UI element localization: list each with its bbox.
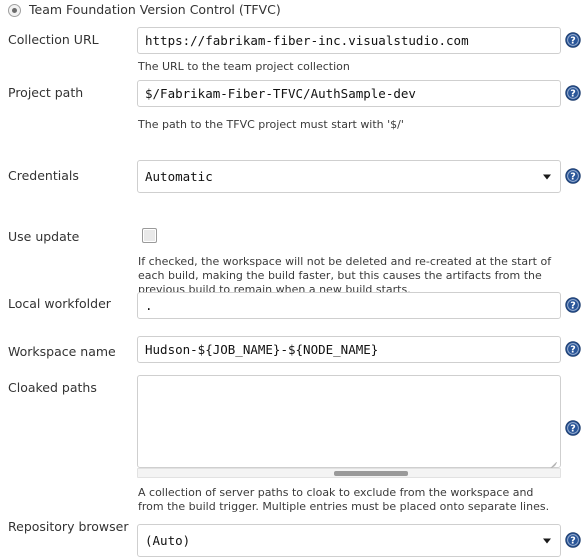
help-icon-repository-browser[interactable]: ? [565,532,581,548]
collection-url-input[interactable] [137,27,561,54]
help-text-cloaked-paths: A collection of server paths to cloak to… [138,486,550,513]
workspace-name-input[interactable] [137,336,561,363]
label-credentials: Credentials [8,168,79,183]
chevron-down-icon [543,538,551,543]
svg-text:?: ? [570,301,576,312]
svg-text:?: ? [570,172,576,183]
svg-text:?: ? [570,36,576,47]
chevron-down-icon [543,174,551,179]
radio-button-indicator[interactable] [8,3,21,17]
cloaked-paths-textarea[interactable] [137,375,561,468]
help-text-use-update: If checked, the workspace will not be de… [138,255,552,296]
help-icon-project-path[interactable]: ? [565,85,581,101]
tfvc-scm-config-form: Team Foundation Version Control (TFVC) C… [0,0,586,557]
svg-text:?: ? [570,89,576,100]
label-project-path: Project path [8,85,84,100]
project-path-input[interactable] [137,80,561,107]
label-workspace-name: Workspace name [8,344,116,359]
local-workfolder-input[interactable] [137,292,561,319]
cloaked-paths-horizontal-scrollbar[interactable] [137,468,561,478]
scrollbar-thumb[interactable] [334,471,408,476]
svg-text:?: ? [570,536,576,547]
help-text-project-path: The path to the TFVC project must start … [138,118,404,131]
help-icon-collection-url[interactable]: ? [565,32,581,48]
label-use-update: Use update [8,229,80,244]
credentials-select-value: Automatic [145,169,213,184]
scm-radio-tfvc[interactable]: Team Foundation Version Control (TFVC) [8,3,281,17]
help-icon-cloaked-paths[interactable]: ? [565,420,581,436]
use-update-checkbox[interactable] [142,228,157,243]
label-cloaked-paths: Cloaked paths [8,380,97,395]
label-local-workfolder: Local workfolder [8,296,111,311]
help-icon-workspace-name[interactable]: ? [565,341,581,357]
help-text-collection-url: The URL to the team project collection [138,60,350,73]
label-collection-url: Collection URL [8,32,99,47]
repository-browser-select[interactable]: (Auto) [137,524,561,557]
svg-text:?: ? [570,345,576,356]
credentials-select[interactable]: Automatic [137,160,561,193]
repository-browser-select-value: (Auto) [145,533,191,548]
label-repository-browser: Repository browser [8,519,129,534]
help-icon-credentials[interactable]: ? [565,168,581,184]
help-icon-local-workfolder[interactable]: ? [565,297,581,313]
radio-selected-dot [12,7,17,13]
svg-text:?: ? [570,424,576,435]
scm-radio-label: Team Foundation Version Control (TFVC) [29,2,281,17]
